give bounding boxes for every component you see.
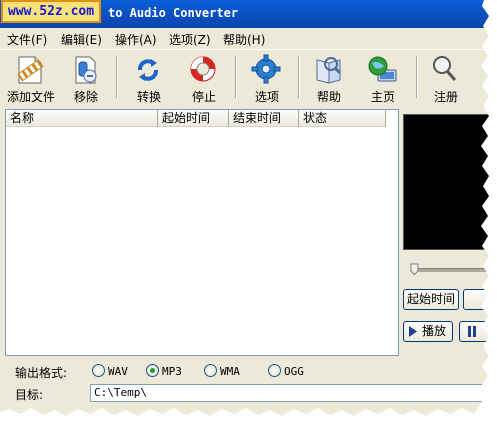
torn-edge-decoration bbox=[0, 0, 497, 432]
